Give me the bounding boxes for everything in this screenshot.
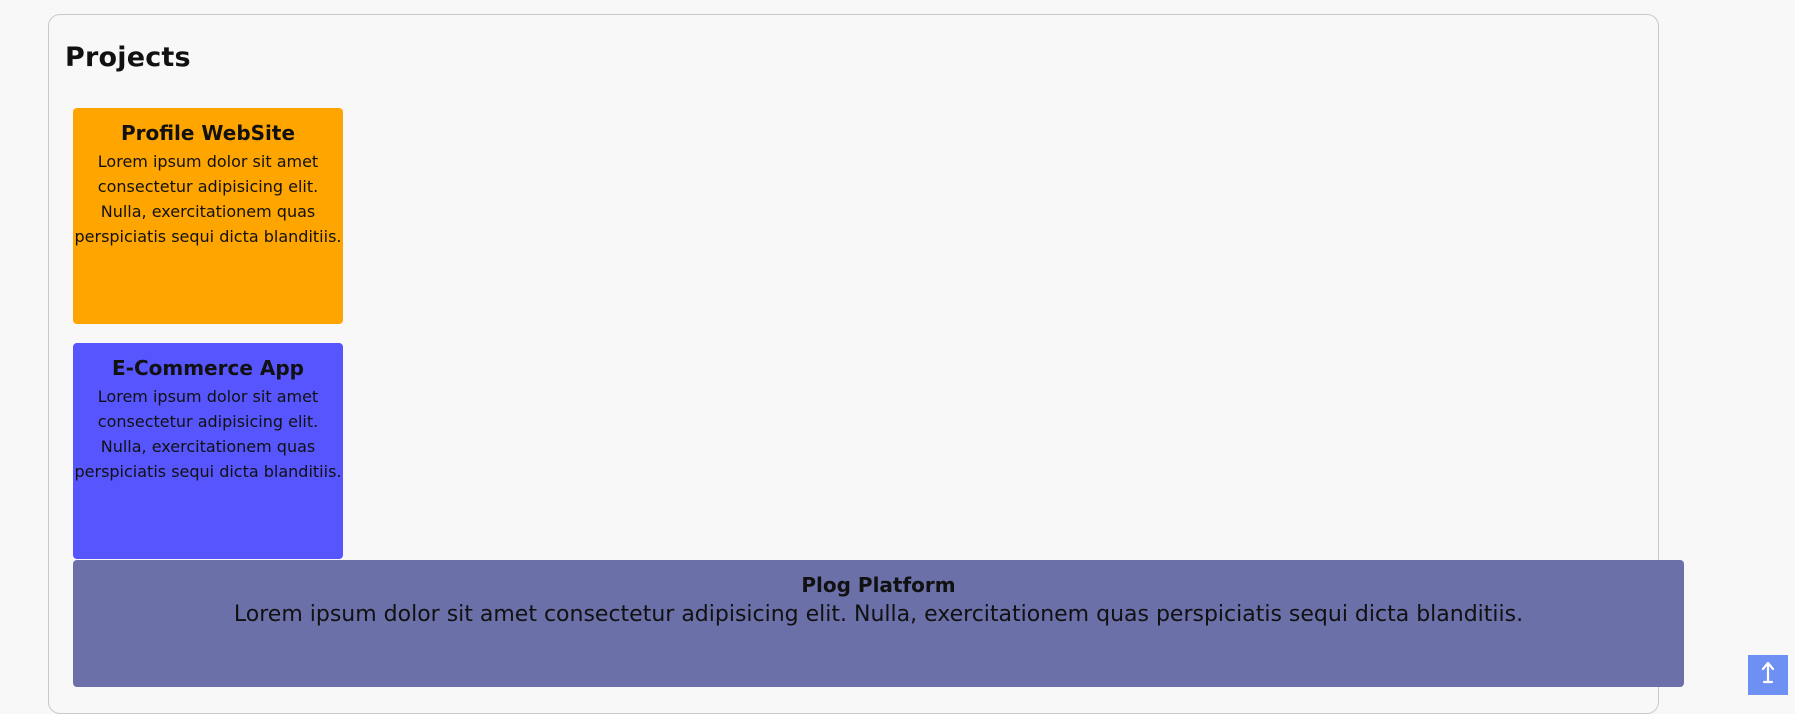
arrow-up-icon [1761,661,1775,689]
project-card-description: Lorem ipsum dolor sit amet consectetur a… [74,152,342,246]
project-card-title: E-Commerce App [112,356,304,380]
project-card-plog-platform[interactable]: Plog Platform Lorem ipsum dolor sit amet… [73,560,1684,687]
projects-title: Projects [65,42,191,73]
project-card-description: Lorem ipsum dolor sit amet consectetur a… [233,602,1524,627]
project-card-ecommerce-app[interactable]: E-Commerce App Lorem ipsum dolor sit ame… [73,343,343,559]
project-card-description: Lorem ipsum dolor sit amet consectetur a… [74,387,342,481]
project-card-profile-website[interactable]: Profile WebSite Lorem ipsum dolor sit am… [73,108,343,324]
project-card-title: Plog Platform [801,573,956,597]
scroll-to-top-button[interactable] [1748,655,1788,695]
project-card-title: Profile WebSite [120,121,296,145]
